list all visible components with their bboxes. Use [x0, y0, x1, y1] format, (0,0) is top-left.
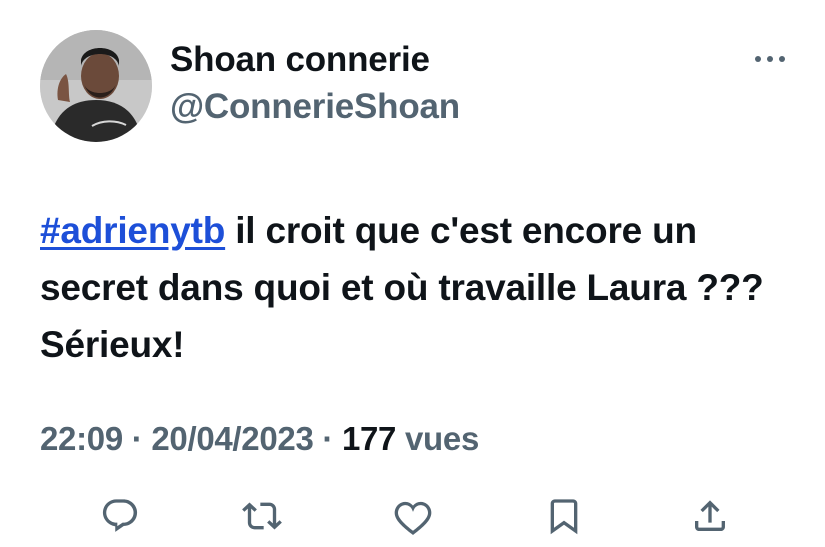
retweet-icon: [242, 502, 282, 530]
display-name[interactable]: Shoan connerie: [170, 40, 430, 80]
reply-button[interactable]: [96, 492, 144, 540]
avatar[interactable]: [40, 30, 152, 142]
avatar-photo-icon: [40, 30, 152, 142]
share-button[interactable]: [686, 492, 734, 540]
more-options-button[interactable]: [750, 44, 790, 74]
more-dots-icon: [755, 56, 785, 62]
tweet-meta: 22:09 · 20/04/2023 · 177 vues: [40, 420, 479, 458]
tweet-text: #adrienytb il croit que c'est encore un …: [40, 202, 790, 373]
bookmark-button[interactable]: [540, 492, 588, 540]
user-handle[interactable]: @ConnerieShoan: [170, 87, 460, 127]
views-label: vues: [396, 420, 480, 457]
bookmark-icon: [550, 499, 578, 535]
hashtag-link[interactable]: #adrienytb: [40, 210, 225, 251]
tweet-date[interactable]: 20/04/2023: [151, 420, 313, 457]
reply-icon: [102, 499, 138, 532]
action-bar: [0, 492, 825, 540]
meta-separator: ·: [313, 420, 342, 457]
like-button[interactable]: [389, 492, 437, 540]
tweet-time[interactable]: 22:09: [40, 420, 123, 457]
share-icon: [695, 500, 725, 531]
retweet-button[interactable]: [238, 492, 286, 540]
like-icon: [394, 501, 432, 535]
meta-separator: ·: [122, 420, 152, 457]
views-count: 177: [341, 420, 397, 457]
